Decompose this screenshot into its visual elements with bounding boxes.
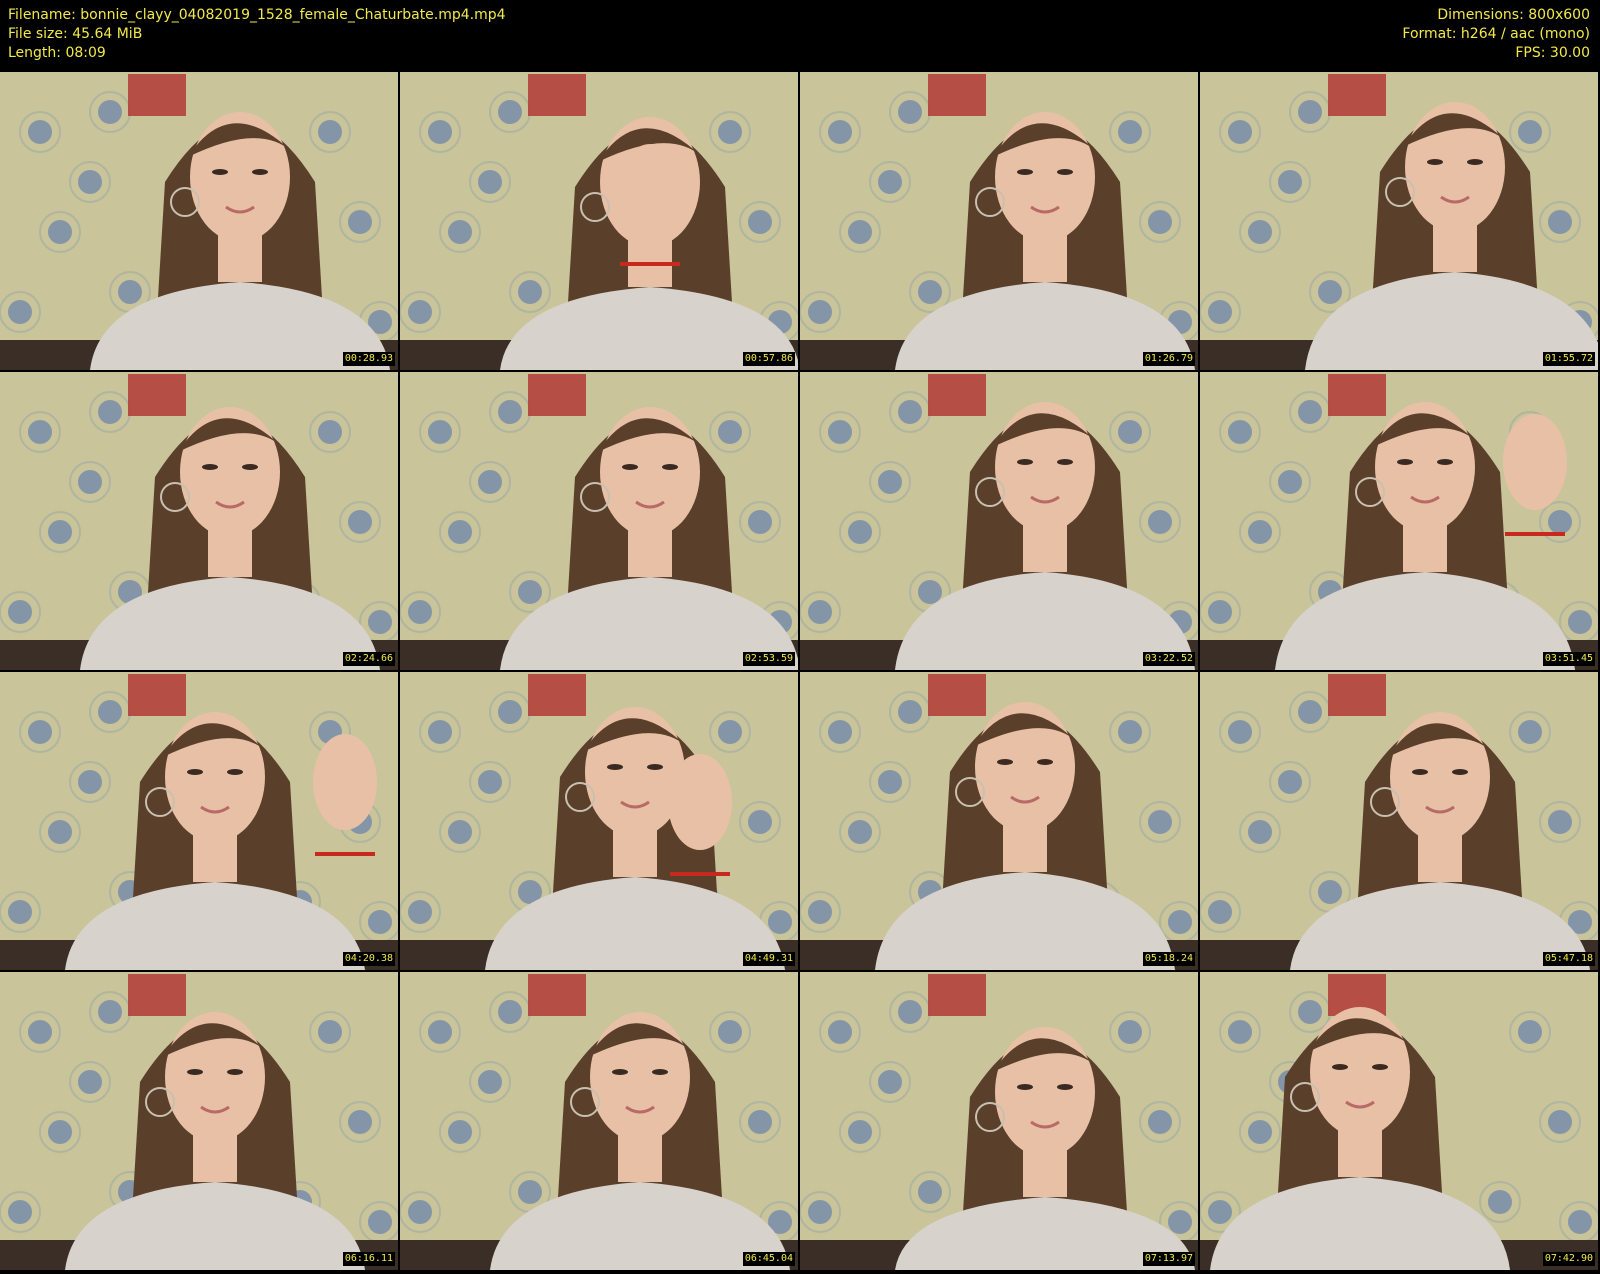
frame-illustration: [400, 72, 798, 370]
frame-illustration: [400, 972, 798, 1270]
frame-illustration: [800, 372, 1198, 670]
frame-timestamp: 04:49.31: [742, 952, 795, 966]
video-frame-thumbnail: 02:53.59: [400, 372, 798, 670]
frame-timestamp: 00:28.93: [342, 352, 395, 366]
file-info-left: Filename: bonnie_clayy_04082019_1528_fem…: [8, 6, 506, 63]
frame-illustration: [1200, 372, 1598, 670]
frame-illustration: [0, 72, 398, 370]
video-frame-thumbnail: 03:22.52: [800, 372, 1198, 670]
frame-illustration: [1200, 72, 1598, 370]
frame-timestamp: 00:57.86: [742, 352, 795, 366]
video-frame-thumbnail: 06:16.11: [0, 972, 398, 1270]
file-info-right: Dimensions: 800x600 Format: h264 / aac (…: [1402, 6, 1590, 63]
frame-timestamp: 03:22.52: [1142, 652, 1195, 666]
filesize-text: File size: 45.64 MiB: [8, 26, 143, 42]
frame-illustration: [1200, 972, 1598, 1270]
video-frame-thumbnail: 05:18.24: [800, 672, 1198, 970]
format-text: Format: h264 / aac (mono): [1402, 26, 1590, 42]
video-frame-thumbnail: 03:51.45: [1200, 372, 1598, 670]
video-frame-thumbnail: 07:42.90: [1200, 972, 1598, 1270]
frame-timestamp: 06:45.04: [742, 1252, 795, 1266]
frame-timestamp: 06:16.11: [342, 1252, 395, 1266]
frame-illustration: [800, 72, 1198, 370]
frame-timestamp: 04:20.38: [342, 952, 395, 966]
video-frame-thumbnail: 00:57.86: [400, 72, 798, 370]
video-frame-thumbnail: 07:13.97: [800, 972, 1198, 1270]
thumbnail-grid: 00:28.93 00:57.86 01:26.79 01:55.72 02:24.66…: [0, 72, 1600, 1274]
frame-timestamp: 01:55.72: [1542, 352, 1595, 366]
frame-timestamp: 05:18.24: [1142, 952, 1195, 966]
frame-timestamp: 02:53.59: [742, 652, 795, 666]
filename-text: Filename: bonnie_clayy_04082019_1528_fem…: [8, 7, 506, 23]
frame-illustration: [400, 372, 798, 670]
video-frame-thumbnail: 00:28.93: [0, 72, 398, 370]
frame-illustration: [0, 672, 398, 970]
frame-illustration: [1200, 672, 1598, 970]
frame-timestamp: 07:13.97: [1142, 1252, 1195, 1266]
frame-illustration: [0, 972, 398, 1270]
frame-timestamp: 07:42.90: [1542, 1252, 1595, 1266]
video-frame-thumbnail: 04:20.38: [0, 672, 398, 970]
contact-sheet: Filename: bonnie_clayy_04082019_1528_fem…: [0, 0, 1600, 1274]
frame-timestamp: 02:24.66: [342, 652, 395, 666]
dimensions-text: Dimensions: 800x600: [1437, 7, 1590, 23]
video-frame-thumbnail: 01:26.79: [800, 72, 1198, 370]
frame-timestamp: 05:47.18: [1542, 952, 1595, 966]
fps-text: FPS: 30.00: [1515, 45, 1590, 61]
video-frame-thumbnail: 06:45.04: [400, 972, 798, 1270]
frame-timestamp: 01:26.79: [1142, 352, 1195, 366]
length-text: Length: 08:09: [8, 45, 106, 61]
frame-timestamp: 03:51.45: [1542, 652, 1595, 666]
frame-illustration: [400, 672, 798, 970]
frame-illustration: [800, 972, 1198, 1270]
frame-illustration: [0, 372, 398, 670]
video-frame-thumbnail: 02:24.66: [0, 372, 398, 670]
video-frame-thumbnail: 01:55.72: [1200, 72, 1598, 370]
video-frame-thumbnail: 05:47.18: [1200, 672, 1598, 970]
frame-illustration: [800, 672, 1198, 970]
info-header: Filename: bonnie_clayy_04082019_1528_fem…: [0, 0, 1600, 72]
video-frame-thumbnail: 04:49.31: [400, 672, 798, 970]
